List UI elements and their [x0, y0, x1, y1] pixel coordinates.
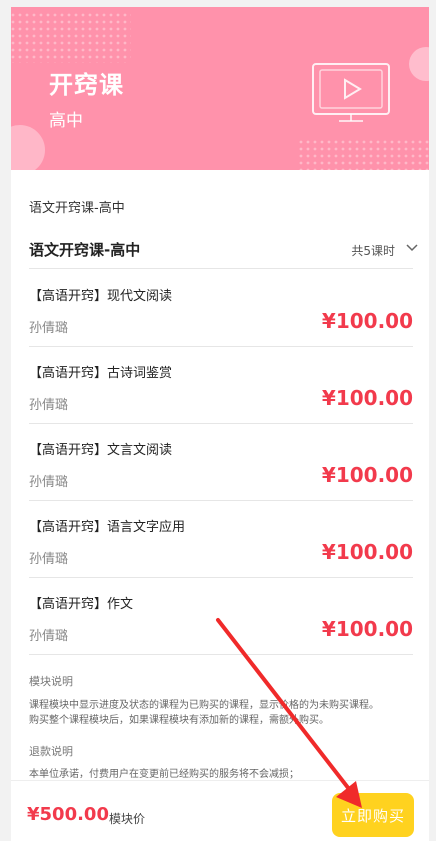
lesson-title: 【高语开窍】文言文阅读	[29, 443, 173, 458]
lesson-price: ¥100.00	[321, 309, 413, 333]
divider	[29, 268, 413, 269]
lesson-price: ¥100.00	[321, 463, 413, 487]
divider	[29, 500, 413, 501]
lesson-price: ¥100.00	[321, 617, 413, 641]
lesson-price: ¥100.00	[321, 540, 413, 564]
purchase-bar: ¥500.00 模块价 立即购买	[11, 780, 429, 841]
buy-now-button[interactable]: 立即购买	[332, 793, 414, 837]
lesson-price: ¥100.00	[321, 386, 413, 410]
lesson-title: 【高语开窍】作文	[29, 597, 134, 612]
lesson-teacher: 孙倩璐	[29, 475, 69, 490]
lesson-item[interactable]: 【高语开窍】语言文字应用 孙倩璐 ¥100.00	[29, 503, 413, 579]
lesson-item[interactable]: 【高语开窍】作文 孙倩璐 ¥100.00	[29, 580, 413, 656]
refund-info-heading: 退款说明	[29, 745, 73, 758]
chevron-down-icon[interactable]	[405, 243, 419, 253]
video-play-icon	[312, 63, 390, 122]
divider	[29, 654, 413, 655]
divider	[29, 423, 413, 424]
course-card: 开窍课 高中 语文开窍课-高中 语文开窍课-高中 共5课时 【高语开窍】现代文阅…	[11, 7, 429, 840]
module-info-line: 购买整个课程模块后，如果课程模块有添加新的课程，需额外购买。	[29, 715, 329, 726]
banner-subtitle: 高中	[49, 111, 83, 131]
lesson-title: 【高语开窍】现代文阅读	[29, 289, 173, 304]
lesson-title: 【高语开窍】古诗词鉴赏	[29, 366, 173, 381]
module-info-heading: 模块说明	[29, 675, 73, 688]
lesson-teacher: 孙倩璐	[29, 629, 69, 644]
module-info-line: 课程模块中显示进度及状态的课程为已购买的课程，显示价格的为未购买课程。	[29, 700, 379, 711]
divider	[29, 346, 413, 347]
module-title: 语文开窍课-高中	[29, 241, 141, 259]
decorative-dots	[11, 13, 131, 63]
divider	[29, 577, 413, 578]
decorative-circle	[409, 47, 429, 81]
section-label: 语文开窍课-高中	[29, 201, 125, 216]
decorative-circle	[11, 125, 45, 170]
lesson-teacher: 孙倩璐	[29, 398, 69, 413]
decorative-dots	[299, 140, 429, 170]
lesson-item[interactable]: 【高语开窍】文言文阅读 孙倩璐 ¥100.00	[29, 426, 413, 502]
lesson-item[interactable]: 【高语开窍】现代文阅读 孙倩璐 ¥100.00	[29, 272, 413, 348]
lesson-teacher: 孙倩璐	[29, 552, 69, 567]
lesson-count: 共5课时	[351, 244, 395, 258]
course-banner: 开窍课 高中	[11, 7, 429, 170]
total-price: ¥500.00	[27, 804, 109, 825]
lesson-item[interactable]: 【高语开窍】古诗词鉴赏 孙倩璐 ¥100.00	[29, 349, 413, 425]
module-header[interactable]: 语文开窍课-高中 共5课时	[29, 231, 419, 267]
lesson-teacher: 孙倩璐	[29, 321, 69, 336]
banner-title: 开窍课	[49, 71, 124, 99]
lesson-title: 【高语开窍】语言文字应用	[29, 520, 186, 535]
total-price-label: 模块价	[109, 812, 146, 826]
